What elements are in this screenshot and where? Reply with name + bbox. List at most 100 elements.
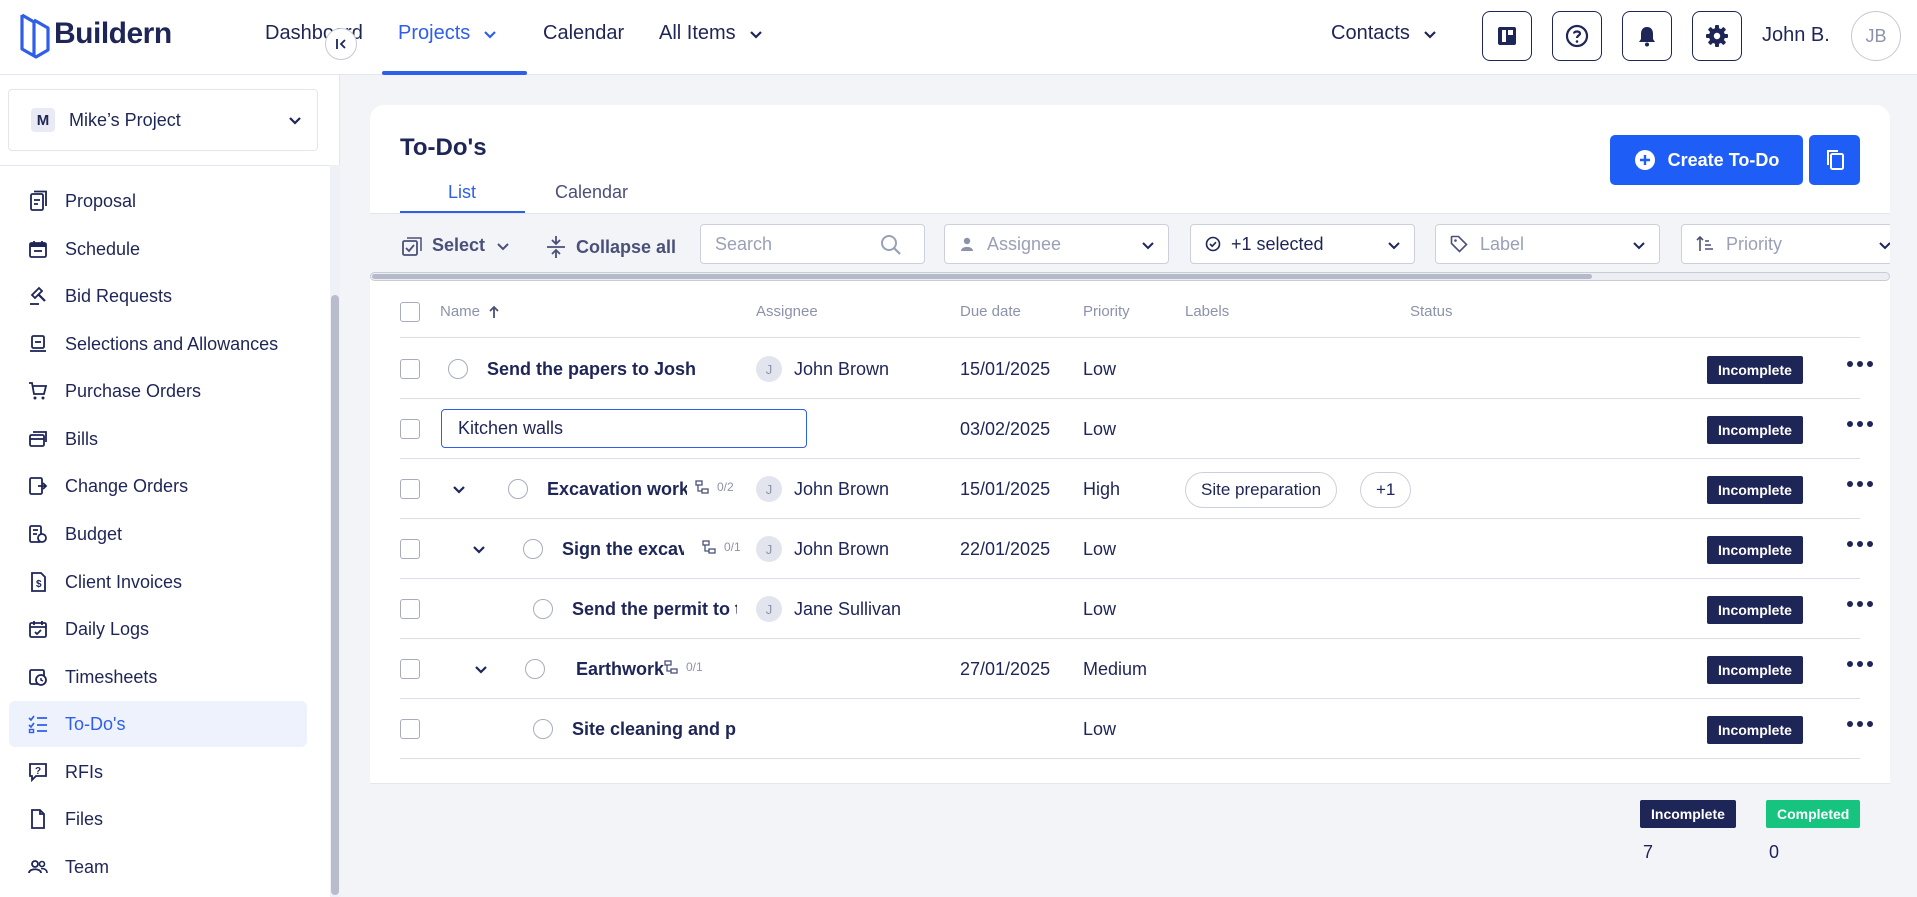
sidebar-item-change-orders[interactable]: Change Orders xyxy=(9,463,307,509)
sidebar-item-bills[interactable]: Bills xyxy=(9,416,307,462)
user-avatar[interactable]: JB xyxy=(1851,11,1901,61)
copy-button[interactable] xyxy=(1809,135,1860,185)
status-filter[interactable]: +1 selected xyxy=(1190,224,1415,264)
task-name[interactable]: Excavation work xyxy=(547,479,687,500)
priority[interactable]: Medium xyxy=(1083,659,1147,680)
complete-toggle[interactable] xyxy=(523,539,543,559)
assignee-cell[interactable]: J John Brown xyxy=(756,536,889,562)
priority[interactable]: High xyxy=(1083,479,1120,500)
priority-filter[interactable]: Priority xyxy=(1681,224,1890,264)
column-assignee-header[interactable]: Assignee xyxy=(756,303,818,320)
assignee-cell[interactable]: J Jane Sullivan xyxy=(756,596,901,622)
nav-all-items[interactable]: All Items xyxy=(659,22,764,45)
sidebar-item-schedule[interactable]: Schedule xyxy=(9,226,307,272)
priority[interactable]: Low xyxy=(1083,419,1116,440)
status-badge[interactable]: Incomplete xyxy=(1707,476,1803,504)
nav-projects[interactable]: Projects xyxy=(398,22,498,45)
sidebar-item-team[interactable]: Team xyxy=(9,844,307,890)
table-row[interactable]: Excavation work 0/2 J John Brown 15/01/2… xyxy=(400,459,1873,519)
nav-contacts[interactable]: Contacts xyxy=(1331,22,1438,45)
priority[interactable]: Low xyxy=(1083,539,1116,560)
sidebar-item-proposal[interactable]: Proposal xyxy=(9,178,307,224)
assignee-filter[interactable]: Assignee xyxy=(944,224,1169,264)
create-todo-button[interactable]: Create To-Do xyxy=(1610,135,1803,185)
column-due-date-header[interactable]: Due date xyxy=(960,303,1021,320)
due-date[interactable]: 15/01/2025 xyxy=(960,479,1050,500)
priority[interactable]: Low xyxy=(1083,599,1116,620)
task-name-input[interactable] xyxy=(441,409,807,448)
horizontal-scrollbar[interactable] xyxy=(370,272,1890,281)
more-actions-icon[interactable] xyxy=(1847,481,1873,487)
task-name[interactable]: Send the papers to Josh xyxy=(487,359,737,380)
complete-toggle[interactable] xyxy=(533,599,553,619)
row-checkbox[interactable] xyxy=(400,659,420,679)
status-badge[interactable]: Incomplete xyxy=(1707,416,1803,444)
more-actions-icon[interactable] xyxy=(1847,601,1873,607)
more-actions-icon[interactable] xyxy=(1847,541,1873,547)
nav-calendar[interactable]: Calendar xyxy=(543,22,624,45)
label-filter[interactable]: Label xyxy=(1435,224,1660,264)
more-actions-icon[interactable] xyxy=(1847,661,1873,667)
due-date[interactable]: 03/02/2025 xyxy=(960,419,1050,440)
sidebar-item-todos[interactable]: To-Do's xyxy=(9,701,307,747)
sidebar-scrollbar-thumb[interactable] xyxy=(331,295,339,895)
sidebar-item-purchase-orders[interactable]: Purchase Orders xyxy=(9,368,307,414)
due-date[interactable]: 27/01/2025 xyxy=(960,659,1050,680)
row-checkbox[interactable] xyxy=(400,479,420,499)
collapse-all-button[interactable]: Collapse all xyxy=(546,235,676,259)
column-name-header[interactable]: Name xyxy=(440,303,500,320)
settings-button[interactable] xyxy=(1692,11,1742,61)
row-checkbox[interactable] xyxy=(400,719,420,739)
complete-toggle[interactable] xyxy=(508,479,528,499)
help-button[interactable] xyxy=(1552,11,1602,61)
horizontal-scrollbar-thumb[interactable] xyxy=(372,274,1592,279)
complete-toggle[interactable] xyxy=(525,659,545,679)
collapse-sidebar-button[interactable] xyxy=(325,28,357,60)
assignee-cell[interactable]: J John Brown xyxy=(756,356,889,382)
table-row[interactable]: Earthwork 0/1 27/01/2025 Medium Incomple… xyxy=(400,639,1873,699)
sidebar-item-budget[interactable]: Budget xyxy=(9,511,307,557)
buildern-logo[interactable]: Buildern xyxy=(18,9,172,59)
due-date[interactable]: 15/01/2025 xyxy=(960,359,1050,380)
complete-toggle[interactable] xyxy=(448,359,468,379)
status-badge[interactable]: Incomplete xyxy=(1707,716,1803,744)
task-name[interactable]: Sign the excavation permit xyxy=(562,539,684,560)
sidebar-item-bid-requests[interactable]: Bid Requests xyxy=(9,273,307,319)
chevron-down-icon[interactable] xyxy=(473,661,489,677)
sidebar-item-timesheets[interactable]: Timesheets xyxy=(9,654,307,700)
chevron-down-icon[interactable] xyxy=(471,541,487,557)
label-chip[interactable]: Site preparation xyxy=(1185,472,1338,508)
task-name[interactable]: Send the permit to the agent xyxy=(572,599,737,620)
due-date[interactable]: 22/01/2025 xyxy=(960,539,1050,560)
more-labels-chip[interactable]: +1 xyxy=(1360,472,1412,508)
status-badge[interactable]: Incomplete xyxy=(1707,596,1803,624)
notifications-button[interactable] xyxy=(1622,11,1672,61)
select-all-checkbox[interactable] xyxy=(400,302,420,322)
table-row[interactable]: Send the permit to the agent J Jane Sull… xyxy=(400,579,1873,639)
status-badge[interactable]: Incomplete xyxy=(1707,656,1803,684)
sidebar-item-daily-logs[interactable]: Daily Logs xyxy=(9,606,307,652)
more-actions-icon[interactable] xyxy=(1847,721,1873,727)
sidebar-item-rfis[interactable]: ? RFIs xyxy=(9,749,307,795)
status-badge[interactable]: Incomplete xyxy=(1707,356,1803,384)
sidebar-item-files[interactable]: Files xyxy=(9,796,307,842)
column-labels-header[interactable]: Labels xyxy=(1185,303,1229,320)
row-checkbox[interactable] xyxy=(400,359,420,379)
select-menu-button[interactable]: Select xyxy=(402,235,511,256)
chevron-down-icon[interactable] xyxy=(451,481,467,497)
table-row[interactable]: Sign the excavation permit 0/1 J John Br… xyxy=(400,519,1873,579)
more-actions-icon[interactable] xyxy=(1847,361,1873,367)
tab-list[interactable]: List xyxy=(448,182,476,203)
sidebar-item-selections[interactable]: Selections and Allowances xyxy=(9,321,307,367)
tab-calendar[interactable]: Calendar xyxy=(555,182,628,203)
row-checkbox[interactable] xyxy=(400,539,420,559)
dashboard-layout-button[interactable] xyxy=(1482,11,1532,61)
row-checkbox[interactable] xyxy=(400,419,420,439)
table-row[interactable]: Send the papers to Josh J John Brown 15/… xyxy=(400,339,1873,399)
row-checkbox[interactable] xyxy=(400,599,420,619)
user-name[interactable]: John B. xyxy=(1762,24,1830,47)
complete-toggle[interactable] xyxy=(533,719,553,739)
table-row[interactable]: 03/02/2025 Low Incomplete xyxy=(400,399,1873,459)
assignee-cell[interactable]: J John Brown xyxy=(756,476,889,502)
more-actions-icon[interactable] xyxy=(1847,421,1873,427)
